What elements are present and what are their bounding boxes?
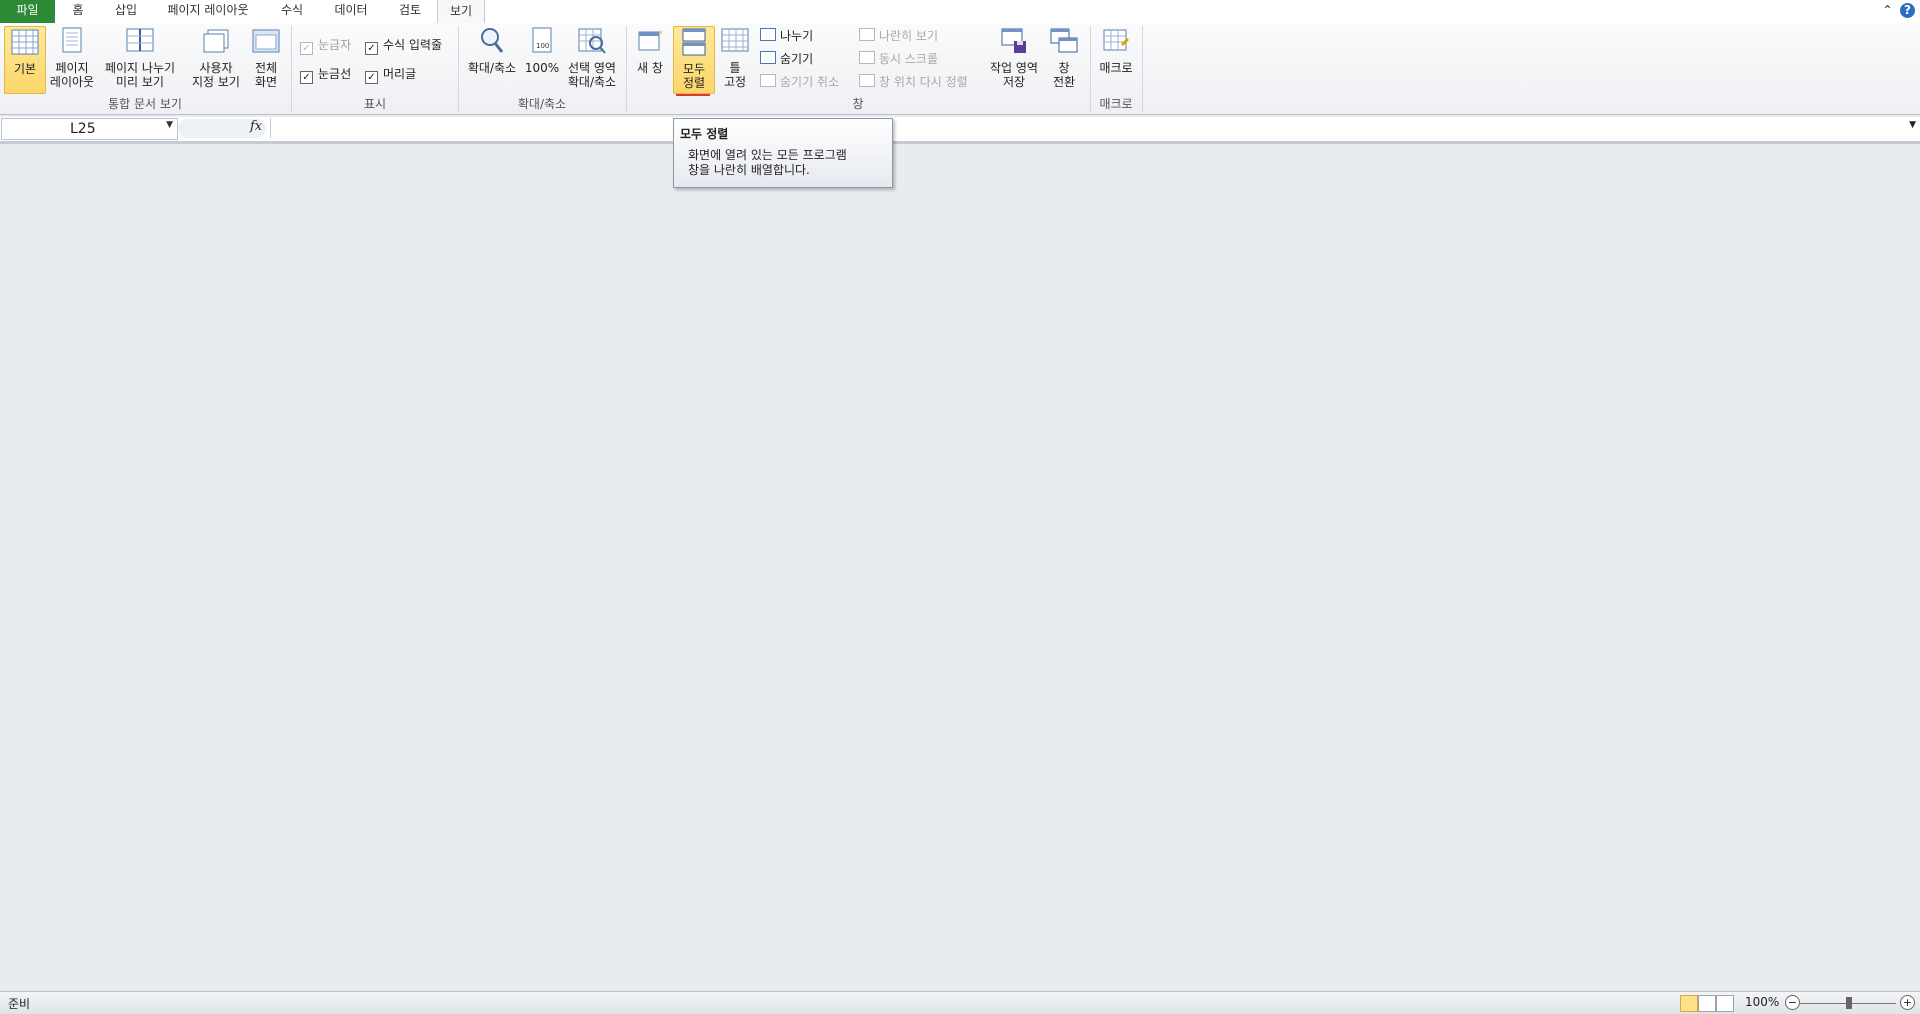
page-layout-status-icon[interactable]: [1698, 995, 1716, 1012]
group-label-zoom: 확대/축소: [517, 97, 567, 111]
full-screen-button[interactable]: 전체 화면: [248, 26, 284, 92]
formula-bar: L25 ▼ fx ▼: [0, 117, 1920, 142]
tab-review[interactable]: 검토: [390, 0, 430, 23]
checkbox-check-icon: ✓: [365, 71, 378, 84]
tab-data[interactable]: 데이터: [326, 0, 376, 23]
tooltip-body: 화면에 열려 있는 모든 프로그램 창을 나란히 배열합니다.: [688, 148, 847, 177]
custom-views-icon: [203, 29, 229, 53]
freeze-panes-icon: [721, 28, 749, 52]
tab-view[interactable]: 보기: [437, 0, 485, 24]
tab-insert[interactable]: 삽입: [106, 0, 146, 23]
reset-window-position-button[interactable]: 창 위치 다시 정렬: [859, 73, 968, 91]
macros-button[interactable]: 매크로: [1096, 26, 1136, 92]
workspace-top-border: [0, 142, 1920, 144]
name-box[interactable]: L25 ▼: [1, 118, 178, 140]
chevron-down-icon[interactable]: ▼: [166, 120, 173, 130]
normal-view-icon: [11, 29, 39, 55]
checkbox-check-icon: ✓: [365, 42, 378, 55]
tab-home[interactable]: 홈: [62, 0, 94, 23]
ribbon-tab-bar: 파일 홈 삽입 페이지 레이아웃 수식 데이터 검토 보기 ⌃ ?: [0, 0, 1920, 24]
full-screen-icon: [252, 29, 280, 53]
tab-file[interactable]: 파일: [0, 0, 55, 23]
help-icon[interactable]: ?: [1900, 3, 1915, 18]
group-label-workbook-views: 통합 문서 보기: [108, 97, 182, 111]
status-text: 준비: [8, 997, 31, 1011]
zoom-100-icon: 100: [532, 27, 552, 53]
checkbox-check-icon: ✓: [300, 71, 313, 84]
side-by-side-icon: [859, 28, 875, 41]
new-window-button[interactable]: 새 창: [632, 26, 668, 92]
freeze-panes-button[interactable]: 틀 고정: [716, 26, 754, 92]
tooltip-title: 모두 정렬: [680, 127, 729, 141]
split-icon: [760, 28, 776, 41]
headings-checkbox[interactable]: ✓ 머리글: [365, 66, 416, 84]
reset-position-icon: [859, 74, 875, 87]
save-workspace-icon: [1001, 28, 1026, 53]
ruler-checkbox[interactable]: ✓ 눈금자: [300, 37, 351, 55]
zoom-100-button[interactable]: 100 100%: [524, 26, 560, 92]
page-layout-view-button[interactable]: 페이지 레이아웃: [48, 26, 96, 92]
group-label-show: 표시: [363, 97, 387, 111]
formula-input[interactable]: [270, 118, 1906, 138]
group-separator: [1142, 26, 1143, 112]
normal-view-status-icon[interactable]: [1680, 995, 1698, 1012]
normal-view-button[interactable]: 기본: [4, 26, 46, 94]
new-window-icon: [638, 30, 663, 51]
zoom-out-icon[interactable]: −: [1785, 995, 1800, 1010]
status-bar: 준비 100% − +: [0, 991, 1920, 1014]
hide-button[interactable]: 숨기기: [760, 50, 813, 68]
macro-icon: [1103, 29, 1129, 51]
page-break-preview-button[interactable]: 페이지 나누기 미리 보기: [100, 26, 180, 92]
switch-windows-button[interactable]: 창 전환: [1044, 26, 1084, 92]
arrange-all-icon: [682, 28, 706, 56]
hide-icon: [760, 51, 776, 64]
zoom-selection-button[interactable]: 선택 영역 확대/축소: [564, 26, 620, 92]
zoom-slider-thumb[interactable]: [1846, 997, 1852, 1009]
switch-windows-icon: [1050, 28, 1078, 53]
arrange-all-tooltip: 모두 정렬 화면에 열려 있는 모든 프로그램 창을 나란히 배열합니다.: [673, 118, 893, 188]
minimize-ribbon-icon[interactable]: ⌃: [1880, 3, 1895, 18]
save-workspace-button[interactable]: 작업 영역 저장: [986, 26, 1042, 92]
unhide-button[interactable]: 숨기기 취소: [760, 73, 839, 91]
unhide-icon: [760, 74, 776, 87]
page-break-status-icon[interactable]: [1716, 995, 1734, 1012]
gridlines-checkbox[interactable]: ✓ 눈금선: [300, 66, 351, 84]
zoom-selection-icon: [578, 28, 606, 54]
zoom-button[interactable]: 확대/축소: [464, 26, 520, 92]
group-label-macros: 매크로: [1099, 97, 1133, 111]
page-layout-icon: [62, 27, 82, 53]
sync-scroll-icon: [859, 51, 875, 64]
custom-views-button[interactable]: 사용자 지정 보기: [188, 26, 244, 92]
ribbon: 기본 페이지 레이아웃 페이지 나누기 미리 보기 사용자 지정 보기 전체 화…: [0, 23, 1920, 115]
group-label-window: 창: [852, 97, 864, 111]
checkbox-check-icon: ✓: [300, 42, 313, 55]
synchronous-scrolling-button[interactable]: 동시 스크롤: [859, 50, 938, 68]
svg-text:100: 100: [536, 42, 549, 50]
tab-formulas[interactable]: 수식: [272, 0, 312, 23]
page-break-preview-icon: [126, 28, 154, 52]
insert-function-icon[interactable]: fx: [250, 119, 262, 134]
magnifier-icon: [481, 28, 504, 53]
tab-page-layout[interactable]: 페이지 레이아웃: [158, 0, 258, 23]
expand-formula-bar-icon[interactable]: ▼: [1909, 120, 1916, 130]
zoom-level[interactable]: 100%: [1745, 995, 1779, 1009]
split-button[interactable]: 나누기: [760, 27, 813, 45]
view-side-by-side-button[interactable]: 나란히 보기: [859, 27, 938, 45]
arrange-all-button[interactable]: 모두 정렬: [673, 26, 715, 94]
zoom-in-icon[interactable]: +: [1900, 995, 1915, 1010]
formula-bar-checkbox[interactable]: ✓ 수식 입력줄: [365, 37, 442, 55]
